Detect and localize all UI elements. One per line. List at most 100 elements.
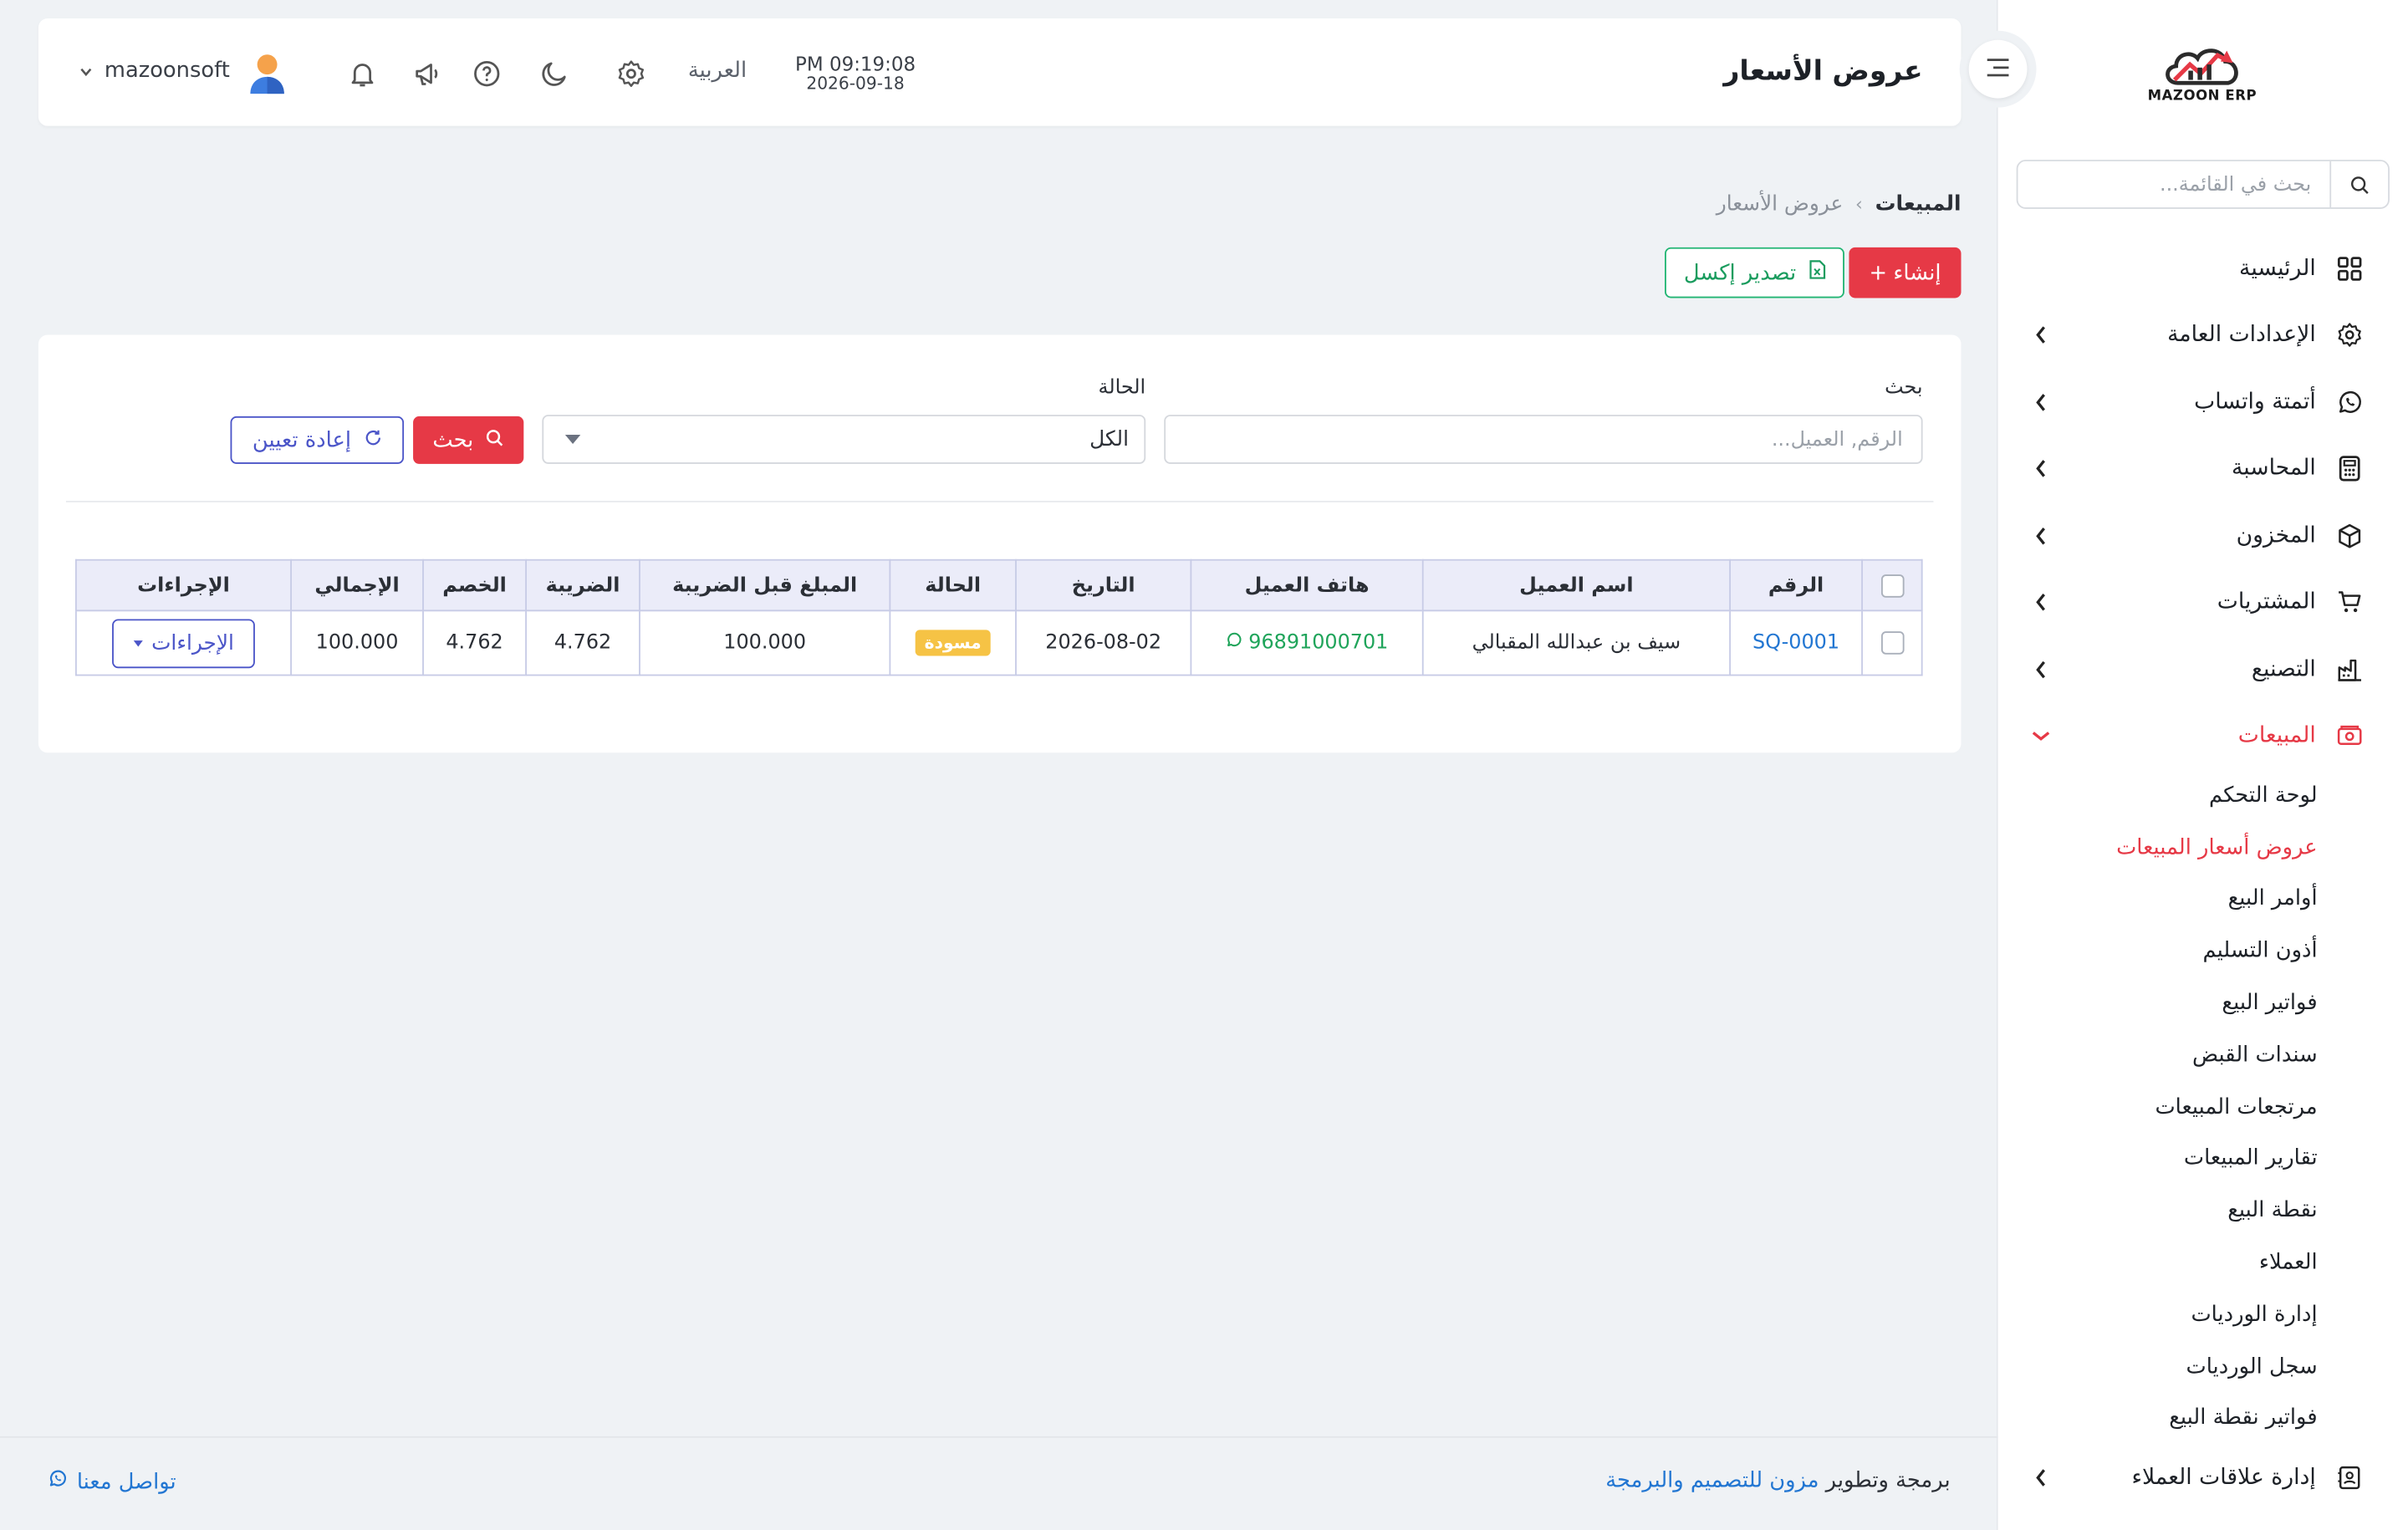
- quotation-number-link[interactable]: SQ-0001: [1752, 631, 1839, 655]
- caret-down-icon: [133, 640, 143, 646]
- contact-us-label: تواصل معنا: [76, 1469, 176, 1494]
- caret-down-icon: [564, 434, 581, 444]
- header-clock: PM 09:19:08 2026-09-18: [794, 52, 917, 94]
- sidebar-item-label: المبيعات: [2237, 723, 2316, 749]
- submenu-item-customers[interactable]: العملاء: [1997, 1237, 2408, 1288]
- whatsapp-icon: [48, 1469, 68, 1495]
- submenu-item-sales-reports[interactable]: تقارير المبيعات: [1997, 1133, 2408, 1185]
- footer-credit-prefix: برمجة وتطوير: [1825, 1468, 1951, 1493]
- column-header[interactable]: المبلغ قبل الضريبة: [639, 558, 891, 612]
- submenu-item-sales-orders[interactable]: أوامر البيع: [1997, 874, 2408, 926]
- column-header[interactable]: الحالة: [889, 558, 1017, 612]
- page-title: عروض الأسعار: [1723, 55, 1923, 88]
- plus-icon: +: [1869, 260, 1887, 285]
- submenu-item-shift-log[interactable]: سجل الورديات: [1997, 1341, 2408, 1393]
- grid-icon: [2334, 253, 2365, 284]
- reset-button-label: إعادة تعيين: [252, 427, 351, 453]
- chevron-left-icon: [2030, 460, 2052, 478]
- sidebar-toggle[interactable]: [1959, 30, 2037, 108]
- sidebar-item-home[interactable]: الرئيسية: [1997, 235, 2408, 302]
- sidebar-item-crm[interactable]: إدارة علاقات العملاء: [1997, 1445, 2408, 1512]
- chevron-down-icon: [80, 59, 93, 83]
- box-icon: [2334, 520, 2365, 551]
- app-logo[interactable]: MAZOON ERP: [2147, 37, 2258, 110]
- footer-brand-link[interactable]: مزون للتصميم والبرمجة: [1605, 1469, 1819, 1493]
- megaphone-icon[interactable]: [410, 55, 446, 92]
- search-input[interactable]: [1164, 415, 1923, 464]
- sidebar-item-inventory[interactable]: المخزون: [1997, 502, 2408, 569]
- column-header[interactable]: اسم العميل: [1421, 558, 1731, 612]
- gear-icon: [2334, 320, 2365, 351]
- column-header[interactable]: الضريبة: [525, 558, 640, 612]
- search-button-label: بحث: [432, 427, 474, 453]
- whatsapp-icon: [2334, 387, 2365, 418]
- column-header[interactable]: الخصم: [422, 558, 527, 612]
- status-label: الحالة: [1098, 376, 1146, 400]
- sidebar-item-label: المحاسبة: [2231, 456, 2316, 482]
- status-select-value: الكل: [1089, 426, 1129, 452]
- submenu-item-shift-management[interactable]: إدارة الورديات: [1997, 1288, 2408, 1340]
- sidebar-item-sales[interactable]: المبيعات: [1997, 703, 2408, 770]
- chevron-left-icon: [2030, 594, 2052, 612]
- submenu-item-pos-invoices[interactable]: فواتير نقطة البيع: [1997, 1393, 2408, 1445]
- row-actions-button[interactable]: الإجراءات: [111, 618, 256, 668]
- row-checkbox[interactable]: [1880, 631, 1904, 655]
- reset-button[interactable]: إعادة تعيين: [230, 416, 405, 464]
- customer-phone-link[interactable]: 96891000701: [1226, 631, 1388, 655]
- breadcrumb-root[interactable]: المبيعات: [1875, 192, 1962, 217]
- sidebar-item-purchases[interactable]: المشتريات: [1997, 569, 2408, 636]
- sidebar-search-input[interactable]: [2018, 172, 2330, 196]
- top-header: عروض الأسعار PM 09:19:08 2026-09-18 العر…: [38, 18, 1962, 126]
- sidebar-item-label: المخزون: [2236, 523, 2316, 548]
- submenu-item-sales-quotations[interactable]: عروض أسعار المبيعات: [1997, 822, 2408, 874]
- status-select[interactable]: الكل: [542, 415, 1146, 464]
- discount-value: 4.762: [422, 609, 527, 676]
- search-icon[interactable]: [2329, 161, 2388, 208]
- divider: [65, 500, 1934, 502]
- chevron-left-icon: ‹: [1855, 193, 1863, 216]
- submenu-item-sales-invoices[interactable]: فواتير البيع: [1997, 977, 2408, 1029]
- submenu-item-receipt-vouchers[interactable]: سندات القبض: [1997, 1029, 2408, 1081]
- total-value: 100.000: [290, 609, 424, 676]
- clock-time: PM 09:19:08: [795, 52, 916, 76]
- contacts-icon: [2334, 1462, 2365, 1493]
- submenu-item-sales-returns[interactable]: مرتجعات المبيعات: [1997, 1081, 2408, 1133]
- sidebar-item-accounting[interactable]: المحاسبة: [1997, 436, 2408, 502]
- sidebar-item-label: الإعدادات العامة: [2167, 323, 2316, 348]
- export-excel-button[interactable]: تصدير إكسل: [1665, 247, 1844, 298]
- submenu-item-dashboard[interactable]: لوحة التحكم: [1997, 770, 2408, 822]
- create-button[interactable]: إنشاء +: [1849, 247, 1962, 298]
- sidebar: MAZOON ERP الرئيسية الإعدادات العامة: [1996, 0, 2408, 1530]
- breadcrumb: المبيعات ‹ عروض الأسعار: [1717, 192, 1962, 217]
- bell-icon[interactable]: [344, 55, 380, 92]
- sidebar-item-label: إدارة علاقات العملاء: [2131, 1466, 2316, 1491]
- excel-icon: [1809, 260, 1825, 286]
- column-header[interactable]: الإجمالي: [290, 558, 424, 612]
- export-excel-label: تصدير إكسل: [1683, 260, 1797, 285]
- settings-icon[interactable]: [613, 55, 650, 92]
- menu-lines-icon: [1986, 54, 2010, 84]
- footer-credit: برمجة وتطوير مزون للتصميم والبرمجة: [1605, 1469, 1950, 1493]
- search-button[interactable]: بحث: [413, 416, 524, 464]
- create-label: إنشاء: [1893, 260, 1941, 285]
- submenu-item-pos[interactable]: نقطة البيع: [1997, 1185, 2408, 1237]
- sidebar-search: [2016, 160, 2390, 209]
- column-header[interactable]: الرقم: [1729, 558, 1863, 612]
- submenu-item-delivery-notes[interactable]: أذون التسليم: [1997, 926, 2408, 977]
- help-icon[interactable]: [468, 55, 505, 92]
- sidebar-item-manufacturing[interactable]: التصنيع: [1997, 636, 2408, 703]
- select-all-checkbox[interactable]: [1880, 574, 1904, 597]
- sidebar-item-whatsapp-automation[interactable]: أتمتة واتساب: [1997, 369, 2408, 436]
- column-header: الإجراءات: [74, 558, 292, 612]
- language-switch[interactable]: العربية: [688, 59, 747, 83]
- calculator-icon: [2334, 453, 2365, 484]
- sidebar-item-general-settings[interactable]: الإعدادات العامة: [1997, 302, 2408, 369]
- logo-text: MAZOON ERP: [2147, 89, 2258, 105]
- user-avatar[interactable]: [247, 52, 288, 94]
- contact-us-link[interactable]: تواصل معنا: [48, 1469, 176, 1495]
- column-header[interactable]: هاتف العميل: [1190, 558, 1424, 612]
- moon-icon[interactable]: [536, 55, 573, 92]
- column-header[interactable]: التاريخ: [1015, 558, 1192, 612]
- user-menu[interactable]: mazoonsoft: [80, 59, 230, 83]
- clock-date: 2026-09-18: [806, 74, 905, 94]
